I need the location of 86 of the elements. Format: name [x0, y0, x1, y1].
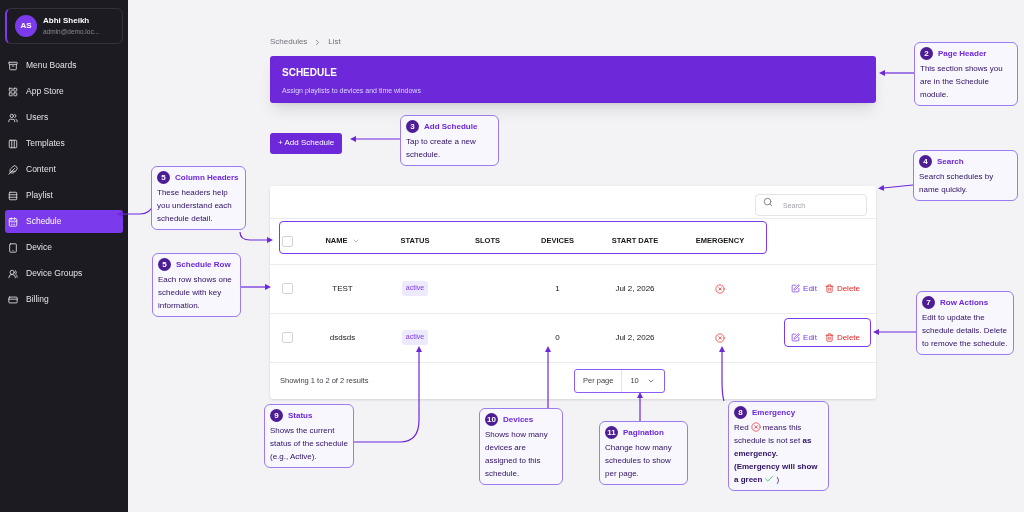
breadcrumb-link[interactable]: Schedules: [270, 36, 308, 48]
callout-title: Pagination: [623, 426, 664, 439]
search-icon: [763, 196, 773, 207]
sidebar-item[interactable]: Schedule: [5, 210, 123, 233]
group-icon: [8, 268, 18, 279]
calendar-icon: [8, 216, 18, 227]
callout-title: Devices: [503, 413, 534, 426]
callout-text: Shows the current status of the schedule (e.g., Active).: [270, 425, 348, 463]
callout-title: Emergency: [752, 406, 796, 419]
table-cell-text: 1: [554, 282, 561, 295]
tablet-icon: [8, 242, 18, 253]
callout-title: Add Schedule: [424, 120, 478, 133]
callout-arrow: [239, 231, 273, 243]
callout-arrow: [637, 392, 643, 422]
callout-arrow: [719, 346, 725, 402]
columns-icon: [8, 138, 18, 149]
callout-arrow: [545, 346, 551, 409]
table-cell-text: TEST: [331, 282, 354, 295]
users-icon: [8, 112, 18, 123]
callout-text: Edit to update the schedule details. Delete to remove the schedule.: [922, 312, 1008, 350]
credit-card-icon: [8, 294, 18, 305]
page-title: SCHEDULE: [282, 66, 338, 80]
delete-link[interactable]: Delete: [824, 331, 860, 344]
callout-text: Search schedules by name quickly.: [919, 171, 995, 196]
step-number: 2: [920, 47, 933, 60]
x-circle-icon: [750, 422, 761, 432]
step-number: 3: [406, 120, 419, 133]
callout-text: Each row shows one schedule with key information.: [158, 274, 233, 312]
callout-text: Change how many schedules to show per page.: [605, 442, 673, 480]
grid-icon: [8, 86, 18, 97]
row-checkbox[interactable]: [282, 332, 293, 343]
step-number: 8: [734, 406, 747, 419]
table-cell-text: Jul 2, 2026: [614, 331, 656, 344]
sidebar-item[interactable]: Templates: [5, 132, 123, 155]
sidebar-item[interactable]: Device Groups: [5, 262, 123, 285]
rows-icon: [8, 190, 18, 201]
trash-icon: [824, 333, 834, 342]
sort-icon: [351, 237, 360, 245]
edit-icon: [791, 284, 801, 293]
sidebar-item[interactable]: Device: [5, 236, 123, 259]
step-number: 5: [157, 171, 170, 184]
check-icon: [764, 474, 775, 484]
callout-text: This section shows you are in the Schedule module.: [920, 63, 1004, 101]
callout-arrow: [240, 284, 271, 290]
callout-arrow: [350, 136, 401, 142]
avatar: AS: [15, 15, 37, 37]
step-number: 5: [158, 258, 171, 271]
edit-link[interactable]: Edit: [791, 331, 817, 344]
step-number: 11: [605, 426, 618, 439]
callout-title: Page Header: [938, 47, 987, 60]
edit-link[interactable]: Edit: [791, 282, 817, 295]
breadcrumb-link[interactable]: List: [328, 36, 341, 48]
callout-arrow: [879, 70, 915, 76]
box-icon: [8, 60, 18, 71]
sidebar-item[interactable]: Menu Boards: [5, 54, 123, 77]
sidebar-item[interactable]: App Store: [5, 80, 123, 103]
edit-icon: [791, 333, 801, 342]
sidebar-item[interactable]: Content: [5, 158, 123, 181]
add-schedule-button[interactable]: + Add Schedule: [270, 132, 343, 154]
callout-text: These headers help you understand each schedule detail.: [157, 187, 233, 225]
callout-title: Search: [937, 155, 964, 168]
callout-text: Red means this schedule is not set as emergency. (Emergency will show a green ): [734, 421, 819, 486]
step-number: 10: [485, 413, 498, 426]
step-number: 9: [270, 409, 283, 422]
callout-title: Status: [288, 409, 313, 422]
step-number: 7: [922, 296, 935, 309]
callout-title: Schedule Row: [176, 258, 231, 271]
callout-title: Row Actions: [940, 296, 989, 309]
table-cell-text: dsdsds: [328, 331, 357, 344]
row-checkbox[interactable]: [282, 235, 293, 247]
callout-arrow: [878, 184, 914, 191]
sidebar-item[interactable]: Billing: [5, 288, 123, 311]
table-cell-text: 0: [554, 331, 561, 344]
callout-text: Shows how many devices are assigned to this schedule.: [485, 429, 549, 480]
callout-title: Column Headers: [175, 171, 239, 184]
callout-text: Tap to create a new schedule.: [406, 136, 477, 161]
callout-arrow: [873, 329, 917, 335]
sidebar-item[interactable]: Playlist: [5, 184, 123, 207]
step-number: 4: [919, 155, 932, 168]
trash-icon: [824, 284, 834, 293]
table-cell-text: Jul 2, 2026: [614, 282, 656, 295]
feather-icon: [8, 164, 18, 175]
row-checkbox[interactable]: [282, 283, 293, 294]
user-name: Abhi Sheikh: [43, 15, 91, 28]
sidebar-item[interactable]: Users: [5, 106, 123, 129]
delete-link[interactable]: Delete: [824, 282, 860, 295]
